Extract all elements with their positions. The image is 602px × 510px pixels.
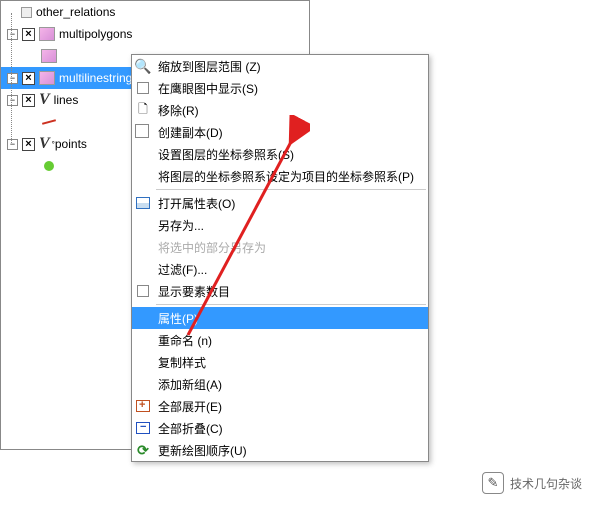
tree-label: multilinestrings [59, 71, 138, 85]
menu-remove[interactable]: 🗋 移除(R) [132, 99, 428, 121]
vector-icon: V [39, 91, 50, 109]
polygon-icon [39, 71, 55, 85]
checkbox-icon[interactable]: × [22, 138, 35, 151]
menu-label: 在鹰眼图中显示(S) [158, 80, 420, 97]
polygon-icon [39, 27, 55, 41]
menu-filter[interactable]: 过滤(F)... [132, 258, 428, 280]
menu-label: 全部折叠(C) [158, 420, 420, 437]
menu-properties[interactable]: 属性(P) [132, 307, 428, 329]
remove-icon: 🗋 [134, 102, 152, 118]
menu-collapse-all[interactable]: 全部折叠(C) [132, 417, 428, 439]
checkbox-icon [134, 80, 152, 96]
menu-label: 复制样式 [158, 354, 420, 371]
menu-label: 重命名 (n) [158, 332, 420, 349]
menu-rename[interactable]: 重命名 (n) [132, 329, 428, 351]
menu-label: 过滤(F)... [158, 261, 420, 278]
blank-icon [134, 168, 152, 184]
menu-duplicate[interactable]: 创建副本(D) [132, 121, 428, 143]
menu-separator [156, 189, 426, 190]
blank-icon [134, 310, 152, 326]
line-symbol-icon [41, 115, 57, 129]
blank-icon [134, 239, 152, 255]
menu-update-draw-order[interactable]: ⟳ 更新绘图顺序(U) [132, 439, 428, 461]
copy-icon [134, 124, 152, 140]
table-icon [134, 195, 152, 211]
tree-label: points [55, 137, 87, 151]
watermark: ✎ 技术几句杂谈 [482, 472, 582, 494]
blank-icon [134, 146, 152, 162]
menu-label: 属性(P) [158, 310, 420, 327]
tree-label: lines [54, 93, 79, 107]
polygon-symbol-icon [41, 49, 57, 63]
watermark-text: 技术几句杂谈 [510, 475, 582, 492]
blank-icon [134, 376, 152, 392]
menu-label: 设置图层的坐标参照系(S) [158, 146, 420, 163]
menu-label: 打开属性表(O) [158, 195, 420, 212]
menu-show-feature-count[interactable]: 显示要素数目 [132, 280, 428, 302]
blank-icon [134, 261, 152, 277]
menu-add-group[interactable]: 添加新组(A) [132, 373, 428, 395]
menu-label: 另存为... [158, 217, 420, 234]
menu-label: 添加新组(A) [158, 376, 420, 393]
tree-label: other_relations [36, 5, 115, 19]
menu-save-selection-as: 将选中的部分另存为 [132, 236, 428, 258]
blank-icon [134, 217, 152, 233]
menu-label: 创建副本(D) [158, 124, 420, 141]
menu-label: 将选中的部分另存为 [158, 239, 420, 256]
collapse-icon [134, 420, 152, 436]
expand-icon [134, 398, 152, 414]
checkbox-icon [134, 283, 152, 299]
collapse-icon[interactable]: − [7, 29, 18, 40]
vector-icon: V [39, 135, 50, 153]
menu-expand-all[interactable]: 全部展开(E) [132, 395, 428, 417]
tree-item-other-relations[interactable]: other_relations [1, 1, 309, 23]
menu-separator [156, 304, 426, 305]
checkbox-icon[interactable]: × [22, 94, 35, 107]
refresh-icon: ⟳ [134, 442, 152, 458]
menu-label: 显示要素数目 [158, 283, 420, 300]
menu-label: 更新绘图顺序(U) [158, 442, 420, 459]
blank-icon [134, 354, 152, 370]
menu-open-attribute-table[interactable]: 打开属性表(O) [132, 192, 428, 214]
search-icon: 🔍 [134, 58, 152, 74]
menu-set-project-crs[interactable]: 将图层的坐标参照系设定为项目的坐标参照系(P) [132, 165, 428, 187]
menu-label: 全部展开(E) [158, 398, 420, 415]
blank-icon [134, 332, 152, 348]
layer-context-menu: 🔍 缩放到图层范围 (Z) 在鹰眼图中显示(S) 🗋 移除(R) 创建副本(D)… [131, 54, 429, 462]
menu-copy-style[interactable]: 复制样式 [132, 351, 428, 373]
layer-icon [21, 7, 32, 18]
menu-zoom-to-layer[interactable]: 🔍 缩放到图层范围 (Z) [132, 55, 428, 77]
menu-set-crs[interactable]: 设置图层的坐标参照系(S) [132, 143, 428, 165]
menu-show-in-overview[interactable]: 在鹰眼图中显示(S) [132, 77, 428, 99]
watermark-icon: ✎ [482, 472, 504, 494]
checkbox-icon[interactable]: × [22, 72, 35, 85]
menu-label: 将图层的坐标参照系设定为项目的坐标参照系(P) [158, 168, 420, 185]
menu-label: 缩放到图层范围 (Z) [158, 58, 420, 75]
menu-save-as[interactable]: 另存为... [132, 214, 428, 236]
tree-item-multipolygons[interactable]: − × multipolygons [1, 23, 309, 45]
checkbox-icon[interactable]: × [22, 28, 35, 41]
collapse-icon[interactable]: − [7, 73, 18, 84]
tree-label: multipolygons [59, 27, 132, 41]
menu-label: 移除(R) [158, 102, 420, 119]
collapse-icon[interactable]: − [7, 139, 18, 150]
point-symbol-icon [44, 161, 54, 171]
collapse-icon[interactable]: − [7, 95, 18, 106]
